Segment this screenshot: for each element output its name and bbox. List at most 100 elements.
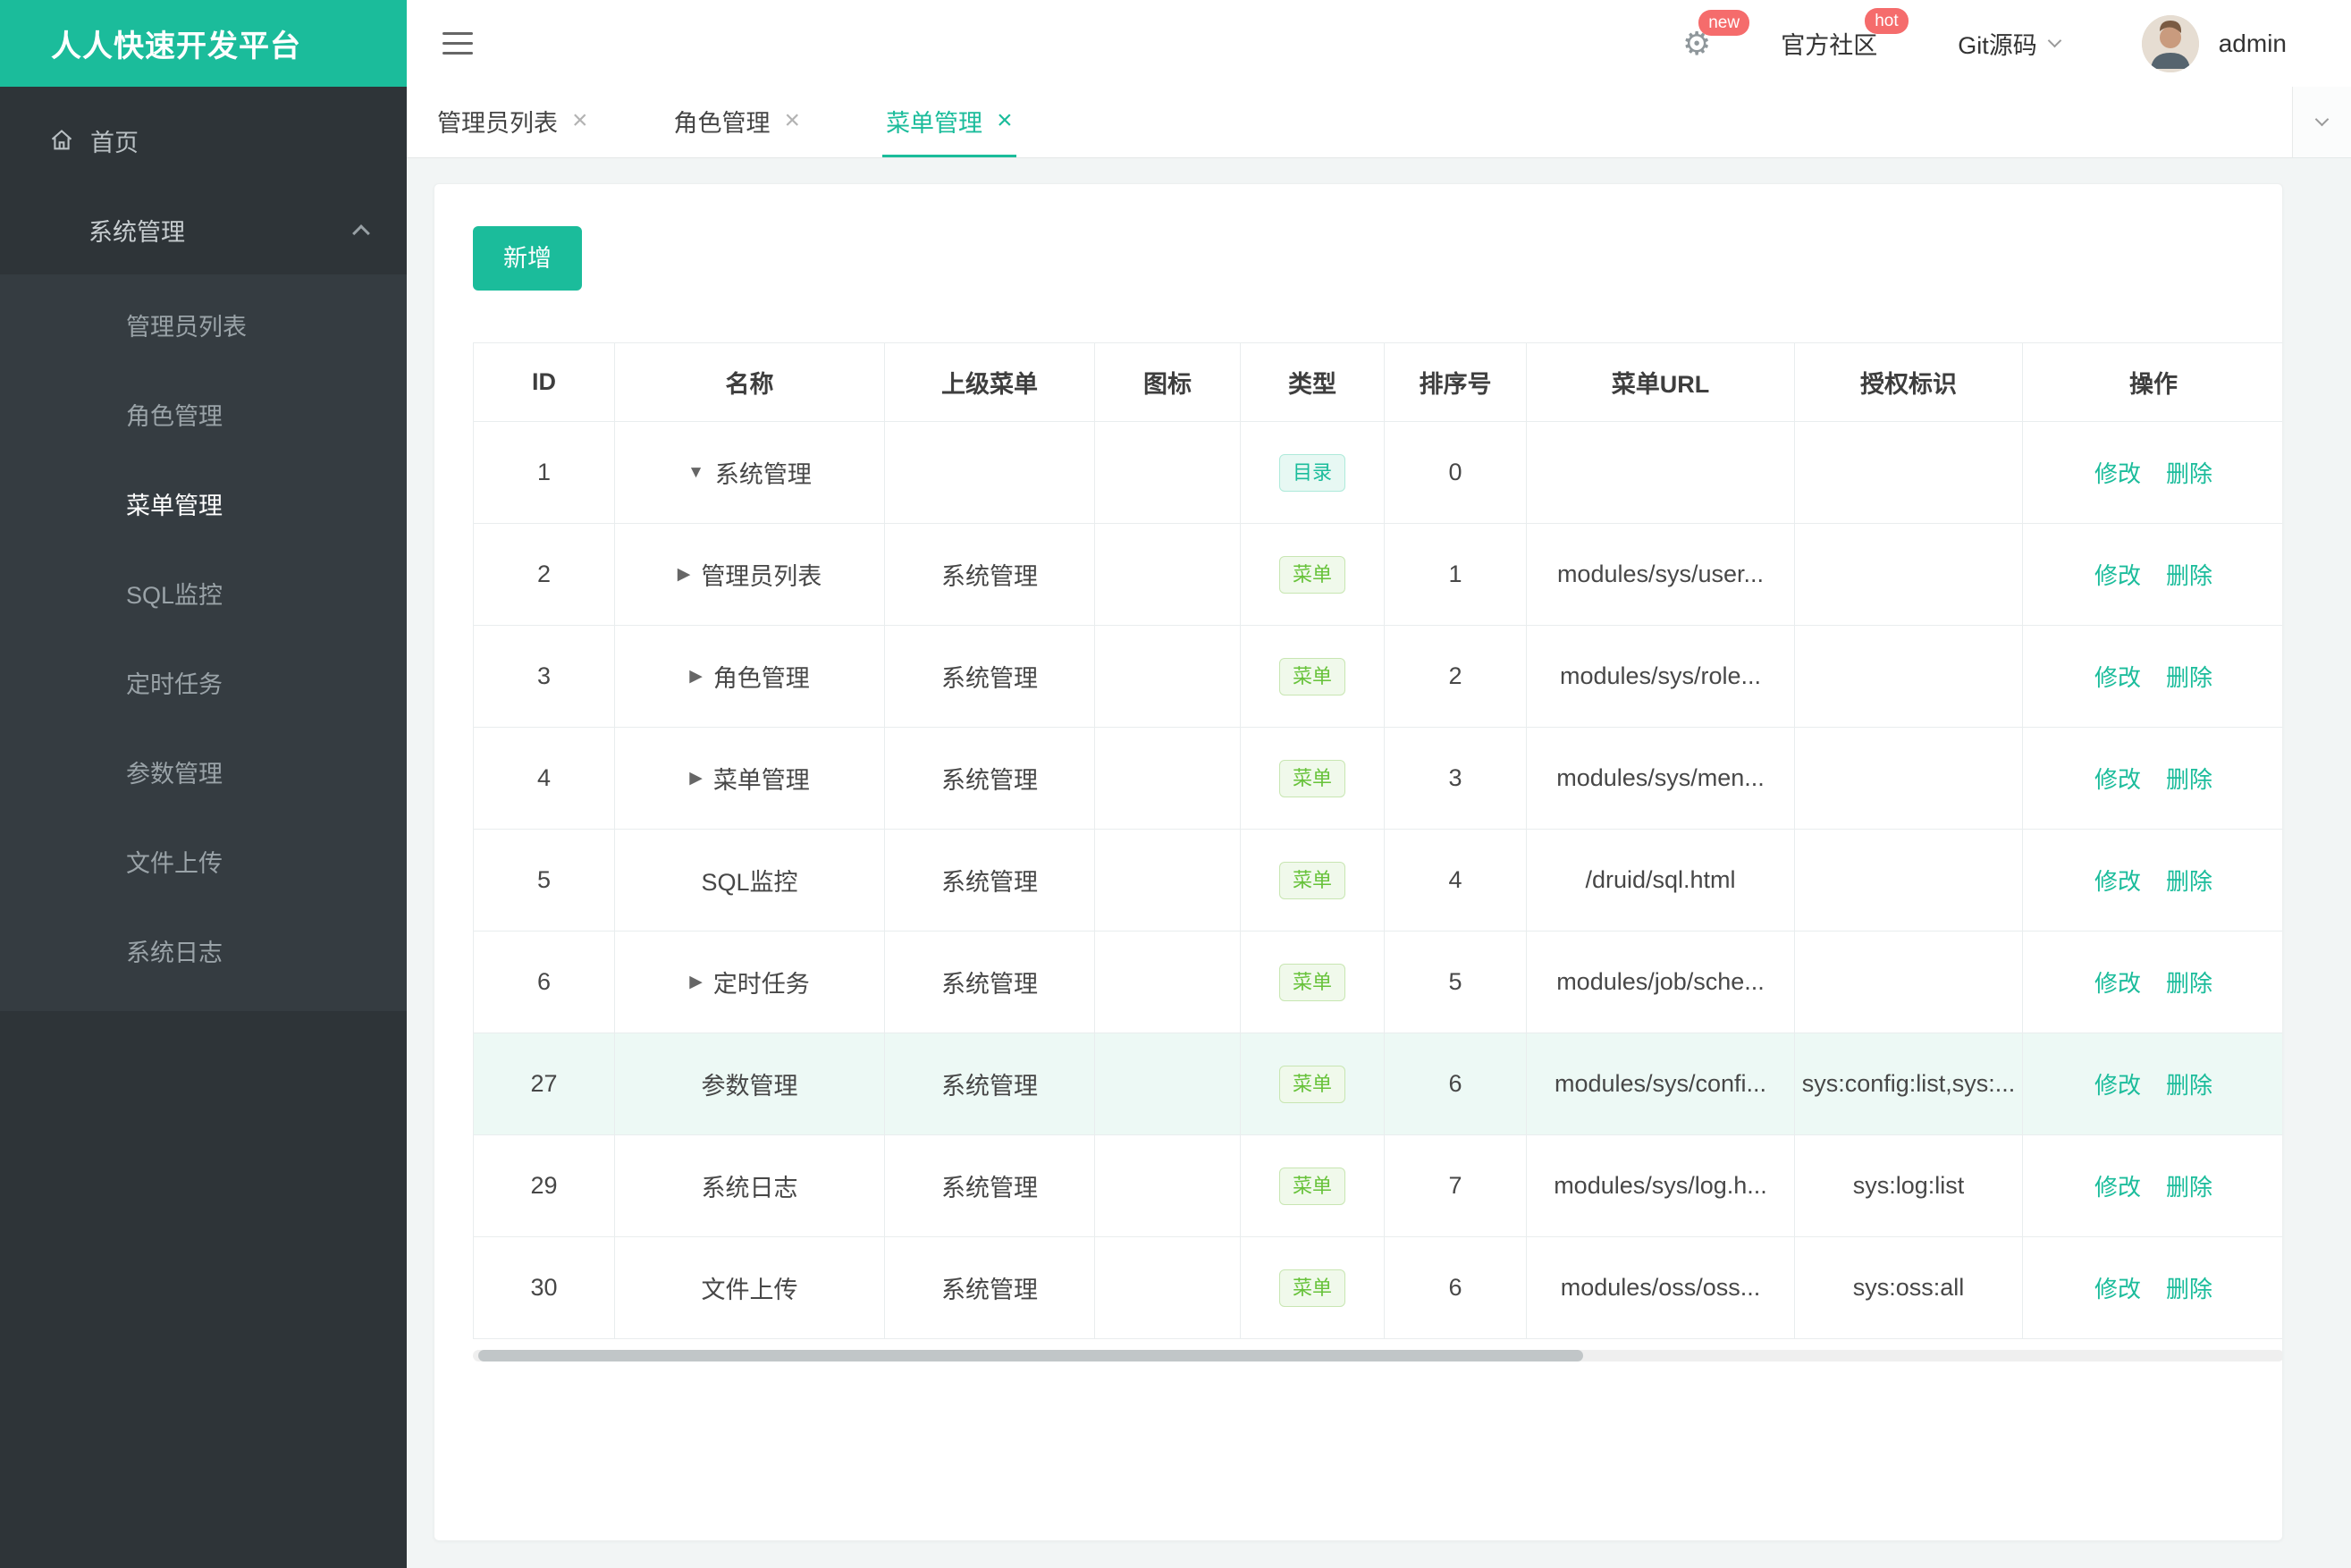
delete-link[interactable]: 删除 xyxy=(2166,460,2212,487)
edit-link[interactable]: 修改 xyxy=(2094,562,2141,589)
settings-gear[interactable]: ⚙ new xyxy=(1682,9,1750,60)
topbar-right: ⚙ new 官方社区 hot Git源码 admin xyxy=(1682,8,2287,72)
edit-link[interactable]: 修改 xyxy=(2094,766,2141,793)
tab-close-icon[interactable]: × xyxy=(572,107,588,134)
cell-url: modules/oss/oss... xyxy=(1526,1236,1795,1339)
sidebar-item-文件上传[interactable]: 文件上传 xyxy=(0,816,407,906)
tabs-dropdown-button[interactable] xyxy=(2292,87,2351,157)
table-row[interactable]: 3 ▶ 角色管理 系统管理 菜单 2 modules/sys/role... 修改 删除 xyxy=(473,625,2282,728)
table-row[interactable]: 6 ▶ 定时任务 系统管理 菜单 5 modules/job/sche... 修改 删除 xyxy=(473,931,2282,1033)
sidebar-item-参数管理[interactable]: 参数管理 xyxy=(0,727,407,816)
cell-sort: 2 xyxy=(1384,625,1527,728)
community-link[interactable]: 官方社区 hot xyxy=(1781,8,1909,61)
delete-link[interactable]: 删除 xyxy=(2166,562,2212,589)
tree-toggle-icon[interactable]: ▼ xyxy=(687,463,704,483)
cell-type: 菜单 xyxy=(1240,523,1385,626)
table-row[interactable]: 30 文件上传 系统管理 菜单 6 modules/oss/oss... sys:oss:a… xyxy=(473,1236,2282,1339)
table-row[interactable]: 27 参数管理 系统管理 菜单 6 modules/sys/confi... sys:con… xyxy=(473,1033,2282,1135)
cell-icon xyxy=(1094,727,1241,830)
menu-name: 菜单管理 xyxy=(712,767,810,794)
edit-link[interactable]: 修改 xyxy=(2094,460,2141,487)
edit-link[interactable]: 修改 xyxy=(2094,1072,2141,1099)
username[interactable]: admin xyxy=(2219,30,2287,58)
edit-link[interactable]: 修改 xyxy=(2094,970,2141,997)
git-source-link[interactable]: Git源码 xyxy=(1958,26,2062,61)
delete-link[interactable]: 删除 xyxy=(2166,1174,2212,1201)
edit-link[interactable]: 修改 xyxy=(2094,868,2141,895)
cell-parent: 系统管理 xyxy=(884,1033,1095,1135)
cell-parent: 系统管理 xyxy=(884,727,1095,830)
tree-toggle-icon[interactable]: ▶ xyxy=(689,972,703,992)
name-wrap: ▼ 系统管理 xyxy=(687,455,812,490)
table-row[interactable]: 5 SQL监控 系统管理 菜单 4/druid/sql.html 修改 删除 xyxy=(473,829,2282,932)
sidebar-submenu: 管理员列表 角色管理 菜单管理 SQL监控 定时任务 参数管理 文件上传 系统日志 xyxy=(0,274,407,1011)
sidebar-item-SQL监控[interactable]: SQL监控 xyxy=(0,548,407,637)
sidebar-item-角色管理[interactable]: 角色管理 xyxy=(0,369,407,459)
horizontal-scrollbar-thumb[interactable] xyxy=(478,1350,1583,1361)
table-row[interactable]: 4 ▶ 菜单管理 系统管理 菜单 3 modules/sys/men... 修改 删除 xyxy=(473,727,2282,830)
name-wrap: ▶ 菜单管理 xyxy=(689,761,810,796)
tab-菜单管理[interactable]: 菜单管理 × xyxy=(882,87,1016,157)
table-row[interactable]: 2 ▶ 管理员列表 系统管理 菜单 1 modules/sys/user... 修改 删除 xyxy=(473,523,2282,626)
tab-角色管理[interactable]: 角色管理 × xyxy=(670,87,805,157)
sidebar: 人人快速开发平台 首页 系统管理 管理员列表 角色管理 菜单管理 SQL监控 定时任务参… xyxy=(0,0,407,1568)
cell-perms: sys:log:list xyxy=(1794,1134,2023,1237)
tree-toggle-icon[interactable]: ▶ xyxy=(678,564,691,585)
tree-toggle-icon[interactable]: ▶ xyxy=(689,666,703,687)
delete-link[interactable]: 删除 xyxy=(2166,1072,2212,1099)
column-header: 菜单URL xyxy=(1526,342,1795,422)
horizontal-scrollbar-track[interactable] xyxy=(473,1350,2282,1361)
add-button[interactable]: 新增 xyxy=(473,226,582,291)
avatar[interactable] xyxy=(2141,14,2199,72)
delete-link[interactable]: 删除 xyxy=(2166,664,2212,691)
community-label: 官方社区 xyxy=(1781,32,1878,59)
cell-type: 菜单 xyxy=(1240,727,1385,830)
type-tag: 菜单 xyxy=(1278,555,1345,594)
column-header: 操作 xyxy=(2022,342,2282,422)
edit-link[interactable]: 修改 xyxy=(2094,1276,2141,1302)
cell-name: 参数管理 xyxy=(614,1033,885,1135)
chevron-down-icon xyxy=(2314,112,2330,127)
type-tag: 菜单 xyxy=(1278,861,1345,899)
sidebar-item-菜单管理[interactable]: 菜单管理 xyxy=(0,459,407,548)
menu-name: 系统管理 xyxy=(714,461,812,488)
delete-link[interactable]: 删除 xyxy=(2166,970,2212,997)
cell-url: /druid/sql.html xyxy=(1526,829,1795,932)
cell-icon xyxy=(1094,625,1241,728)
sidebar-item-定时任务[interactable]: 定时任务 xyxy=(0,637,407,727)
cell-actions: 修改 删除 xyxy=(2022,523,2282,626)
sidebar-group-system[interactable]: 系统管理 xyxy=(0,185,407,274)
git-source-label: Git源码 xyxy=(1958,32,2037,59)
edit-link[interactable]: 修改 xyxy=(2094,1174,2141,1201)
menu-table-wrap: ID 名称 上级菜单 图标 类型 排序号 菜单URL 授权标识 操作 1 ▼ 系统管理 目录 0 修改 删除… xyxy=(473,342,2282,1361)
delete-link[interactable]: 删除 xyxy=(2166,868,2212,895)
cell-id: 3 xyxy=(473,625,615,728)
delete-link[interactable]: 删除 xyxy=(2166,766,2212,793)
cell-icon xyxy=(1094,1033,1241,1135)
cell-type: 菜单 xyxy=(1240,931,1385,1033)
cell-actions: 修改 删除 xyxy=(2022,421,2282,524)
sidebar-item-管理员列表[interactable]: 管理员列表 xyxy=(0,280,407,369)
tab-管理员列表[interactable]: 管理员列表 × xyxy=(434,87,592,157)
edit-link[interactable]: 修改 xyxy=(2094,664,2141,691)
cell-name: ▶ 角色管理 xyxy=(614,625,885,728)
cell-name: ▶ 管理员列表 xyxy=(614,523,885,626)
table-row[interactable]: 1 ▼ 系统管理 目录 0 修改 删除 xyxy=(473,421,2282,524)
cell-type: 菜单 xyxy=(1240,1134,1385,1237)
cell-name: ▶ 菜单管理 xyxy=(614,727,885,830)
cell-id: 30 xyxy=(473,1236,615,1339)
tab-close-icon[interactable]: × xyxy=(997,107,1013,134)
hamburger-menu-icon[interactable] xyxy=(442,32,473,55)
table-row[interactable]: 29 系统日志 系统管理 菜单 7 modules/sys/log.h... sys:log… xyxy=(473,1134,2282,1237)
menu-management-panel: 新增 ID 名称 上级菜单 图标 类型 排序号 菜单URL 授权标识 操作 1 ▼ 系统管理 目录 0 修… xyxy=(434,183,2283,1541)
sidebar-item-系统日志[interactable]: 系统日志 xyxy=(0,906,407,995)
tree-toggle-icon[interactable]: ▶ xyxy=(689,768,703,788)
cell-parent xyxy=(884,421,1095,524)
tab-close-icon[interactable]: × xyxy=(785,107,801,134)
delete-link[interactable]: 删除 xyxy=(2166,1276,2212,1302)
cell-actions: 修改 删除 xyxy=(2022,1236,2282,1339)
home-icon xyxy=(49,128,74,153)
topbar: ⚙ new 官方社区 hot Git源码 admin xyxy=(407,0,2351,87)
new-badge: new xyxy=(1698,9,1750,36)
sidebar-item-home[interactable]: 首页 xyxy=(0,96,407,185)
